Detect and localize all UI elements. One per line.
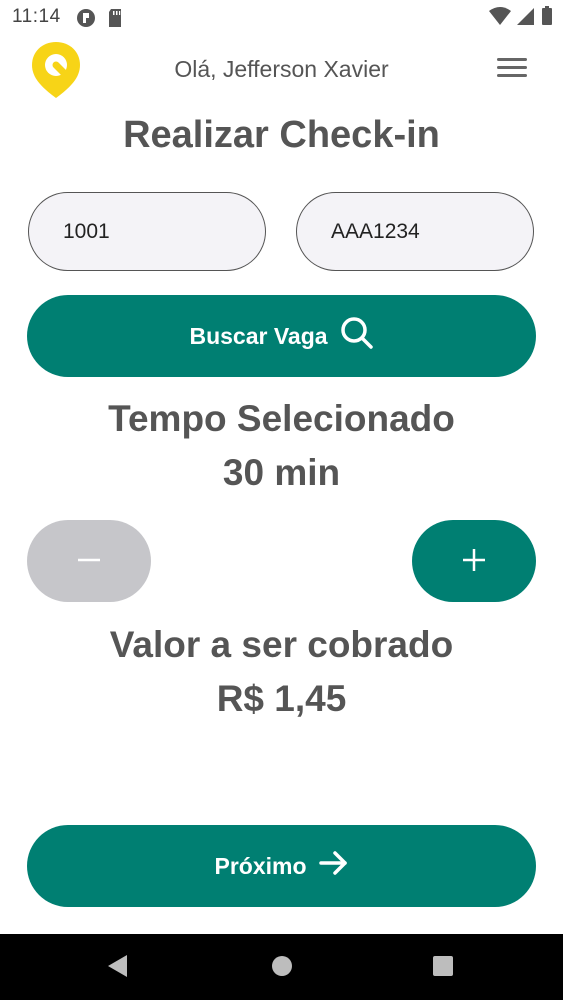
search-icon [340,316,374,356]
recents-icon[interactable] [432,954,454,983]
system-nav-bar [0,934,563,1000]
time-value: 30 min [222,452,341,493]
next-button-label: Próximo [214,852,307,879]
menu-icon[interactable] [497,58,527,80]
minus-icon [77,548,101,575]
battery-icon [542,6,552,25]
back-icon[interactable] [107,954,129,983]
user-greeting: Olá, Jefferson Xavier [174,56,389,82]
signal-icon [517,8,534,25]
price-value: R$ 1,45 [216,678,347,719]
search-button-label: Buscar Vaga [189,322,328,349]
placa-input[interactable] [296,192,534,271]
status-bar: 11:14 [0,0,563,34]
time-title: Tempo Selecionado [108,398,455,439]
status-icons [489,6,553,26]
notification-icon [76,8,96,33]
screen: 11:14 Olá, Jefferson Xavier Realizar Che… [0,0,563,1000]
increase-time-button[interactable] [412,520,536,602]
plus-icon [461,547,487,576]
sd-card-icon [107,8,123,33]
vaga-input[interactable] [28,192,266,271]
arrow-right-icon [318,850,349,882]
page-title: Realizar Check-in [123,114,440,156]
search-vaga-button[interactable]: Buscar Vaga [27,295,536,377]
price-title: Valor a ser cobrado [109,624,454,665]
decrease-time-button[interactable] [27,520,151,602]
status-time: 11:14 [12,6,61,27]
app-logo [30,40,82,98]
next-button[interactable]: Próximo [27,825,536,907]
app-header: Olá, Jefferson Xavier [0,34,563,106]
home-icon[interactable] [271,954,293,983]
wifi-icon [489,7,511,25]
